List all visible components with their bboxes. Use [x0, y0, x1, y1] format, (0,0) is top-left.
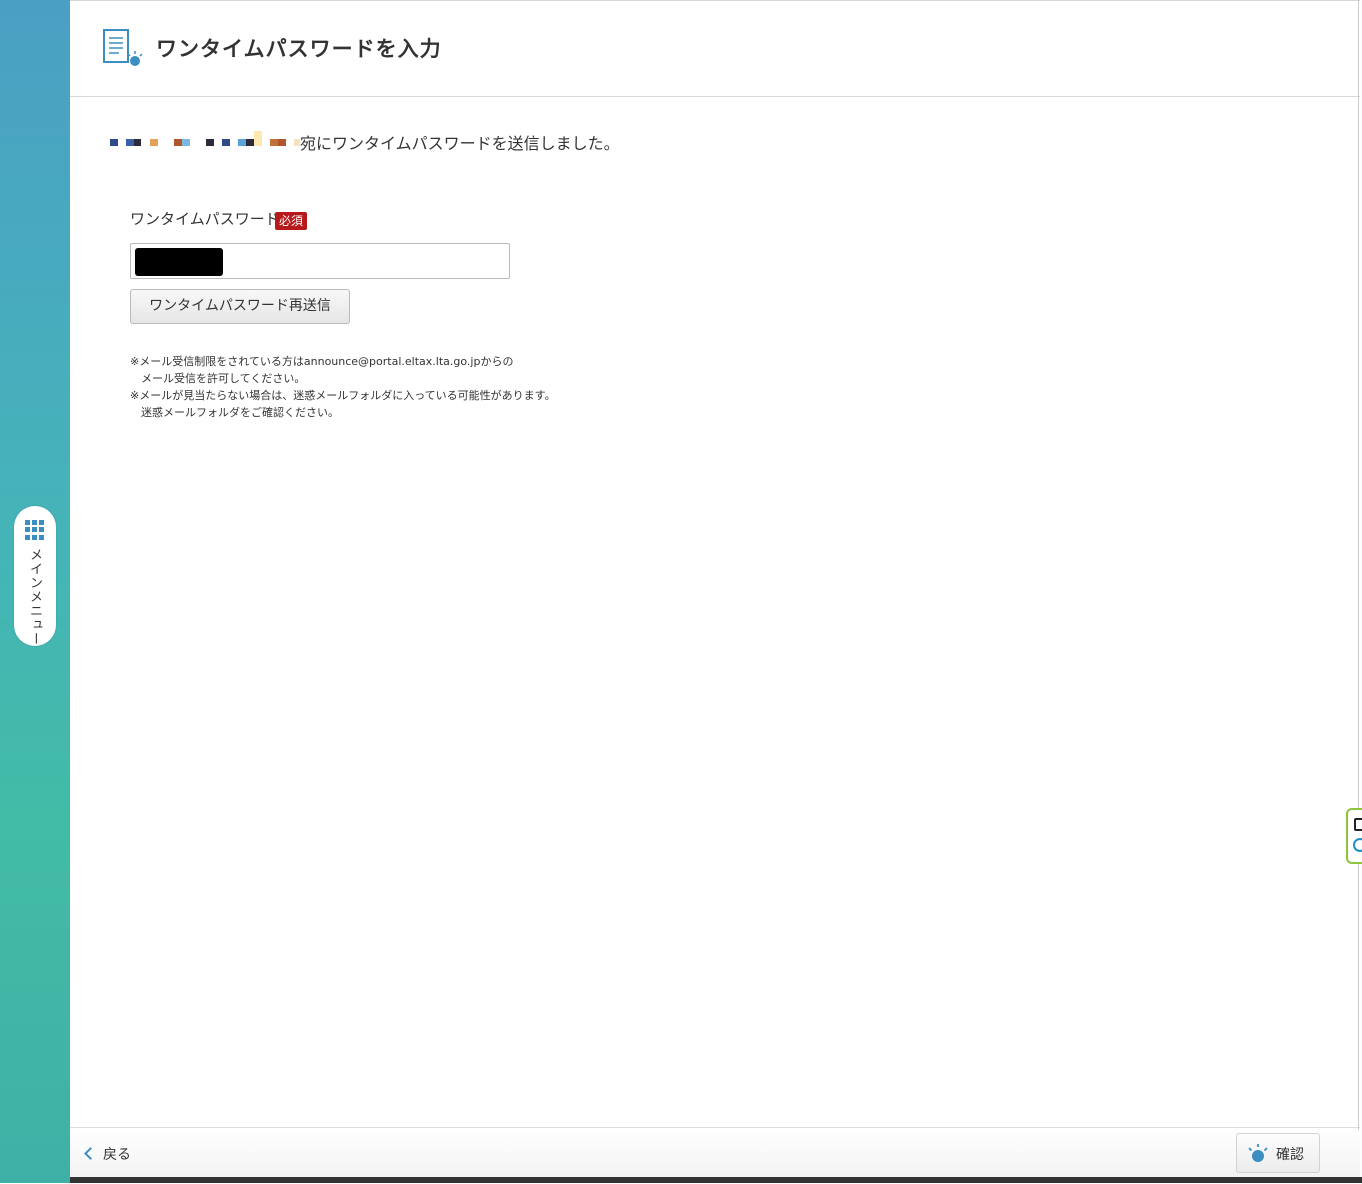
main-content: ワンタイムパスワードを入力 宛にワンタイムパスワードを送信しました。 ワンタイム…	[70, 0, 1360, 1184]
required-badge: 必須	[275, 212, 308, 230]
sent-message-text: 宛にワンタイムパスワードを送信しました。	[300, 134, 620, 153]
chevron-left-icon	[84, 1147, 97, 1160]
resend-otp-button[interactable]: ワンタイムパスワード再送信	[130, 289, 350, 324]
scroll-divider	[1358, 0, 1359, 1130]
otp-input[interactable]	[130, 243, 510, 279]
page-title: ワンタイムパスワードを入力	[156, 37, 442, 61]
main-menu-label: メインメニュー	[27, 548, 42, 646]
eye-icon	[1248, 1144, 1268, 1162]
widget-circle-icon	[1353, 838, 1362, 852]
masked-email	[110, 129, 302, 151]
main-menu-button[interactable]: メインメニュー	[14, 506, 56, 646]
back-label: 戻る	[103, 1147, 131, 1163]
confirm-button[interactable]: 確認	[1236, 1133, 1320, 1173]
sidebar-strip: メインメニュー	[0, 0, 70, 1183]
grid-icon	[25, 520, 45, 540]
widget-icon	[1354, 818, 1362, 831]
page-header: ワンタイムパスワードを入力	[70, 1, 1360, 97]
footer-bottom-border	[70, 1177, 1362, 1183]
notes-text: ※メール受信制限をされている方はannounce@portal.eltax.lt…	[130, 355, 556, 419]
redacted-value	[135, 248, 223, 276]
footer-bar: 戻る 確認	[70, 1127, 1360, 1179]
back-button[interactable]: 戻る	[82, 1144, 131, 1164]
document-with-eye-icon	[103, 29, 143, 66]
side-widget[interactable]	[1346, 808, 1362, 864]
otp-label: ワンタイムパスワード	[130, 210, 280, 228]
confirm-label: 確認	[1276, 1147, 1304, 1163]
